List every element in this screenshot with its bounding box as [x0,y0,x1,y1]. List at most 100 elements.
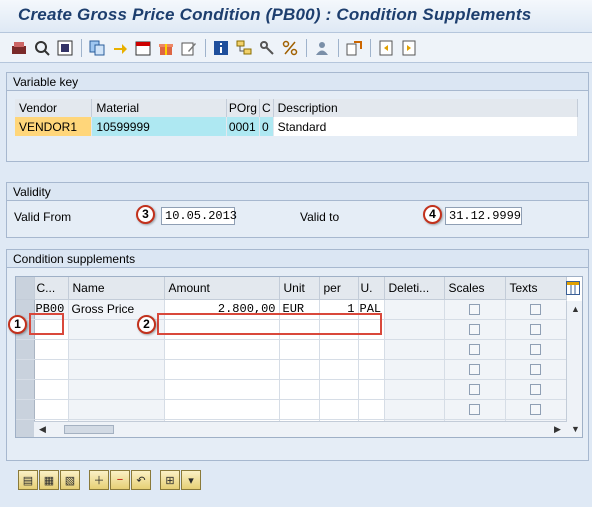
condition-type-cell[interactable] [34,399,69,420]
row-selector-header[interactable] [16,277,35,300]
per-cell[interactable] [319,339,359,360]
delete-row-icon[interactable]: − [110,470,130,490]
scrollbar-thumb[interactable] [64,425,114,434]
key-combination-icon[interactable] [56,39,74,57]
percentage-icon[interactable] [281,39,299,57]
column-header[interactable]: Texts [505,277,567,300]
column-header[interactable]: POrg [226,99,260,117]
overview-icon[interactable] [33,39,51,57]
column-header[interactable]: C [259,99,274,117]
row-selector[interactable] [16,419,35,437]
goto-icon[interactable] [111,39,129,57]
scales-checkbox[interactable] [469,384,480,396]
column-header[interactable]: C... [34,277,69,300]
unit-cell[interactable] [279,399,320,420]
scroll-up-icon[interactable]: ▲ [571,305,580,314]
material-cell[interactable]: 10599999 [91,117,227,136]
insert-row-icon[interactable]: ＋ [89,470,109,490]
table-row[interactable] [16,399,567,420]
scales-cell[interactable] [444,299,506,320]
texts-cell[interactable] [505,339,567,360]
uom-cell[interactable] [358,379,385,400]
additional-data-icon[interactable] [157,39,175,57]
row-selector[interactable] [16,359,35,380]
amount-cell[interactable] [164,399,280,420]
texts-cell[interactable] [505,299,567,320]
column-header[interactable]: Unit [279,277,320,300]
per-cell[interactable] [319,379,359,400]
scales-cell[interactable] [444,319,506,340]
table-settings-icon[interactable] [565,279,581,296]
column-header[interactable]: Deleti... [384,277,445,300]
uom-cell[interactable] [358,359,385,380]
last-page-icon[interactable] [400,39,418,57]
scales-checkbox[interactable] [469,364,480,376]
scales-checkbox[interactable] [469,304,480,316]
condition-type-cell[interactable] [34,359,69,380]
column-header[interactable]: Name [68,277,165,300]
column-header[interactable]: Amount [164,277,280,300]
per-cell[interactable] [319,359,359,380]
table-row[interactable] [16,359,567,380]
display-change-icon[interactable] [10,39,28,57]
vertical-scrollbar[interactable]: ▲ ▼ [566,301,582,437]
first-page-icon[interactable] [377,39,395,57]
per-cell[interactable] [319,399,359,420]
scales-checkbox[interactable] [469,404,480,416]
unit-cell[interactable] [279,359,320,380]
purchasing-org-cell[interactable]: 0001 [226,117,260,136]
texts-checkbox[interactable] [530,304,541,316]
scroll-right-icon[interactable]: ▶ [554,425,561,434]
horizontal-scrollbar[interactable]: ◀ ▶ [34,421,567,437]
texts-checkbox[interactable] [530,364,541,376]
column-header[interactable]: Material [91,99,227,117]
uom-cell[interactable] [358,399,385,420]
validity-periods-icon[interactable] [134,39,152,57]
scales-cell[interactable] [444,339,506,360]
texts-checkbox[interactable] [530,344,541,356]
condition-type-cell[interactable] [34,339,69,360]
undo-icon[interactable]: ↶ [131,470,151,490]
row-selector[interactable] [16,339,35,360]
deselect-all-icon[interactable]: ▧ [60,470,80,490]
edit-icon[interactable] [180,39,198,57]
scroll-left-icon[interactable]: ◀ [39,425,46,434]
copy-icon[interactable] [88,39,106,57]
table-row[interactable] [16,379,567,400]
texts-checkbox[interactable] [530,404,541,416]
scales-checkbox[interactable] [469,324,480,336]
detail-icon[interactable]: ▤ [18,470,38,490]
amount-cell[interactable] [164,379,280,400]
uom-cell[interactable] [358,339,385,360]
valid-from-field[interactable]: 10.05.2013 [161,207,237,225]
column-header[interactable]: per [319,277,359,300]
amount-cell[interactable] [164,359,280,380]
unit-cell[interactable] [279,379,320,400]
texts-cell[interactable] [505,399,567,420]
scales-checkbox[interactable] [469,344,480,356]
unit-cell[interactable] [279,339,320,360]
scales-cell[interactable] [444,359,506,380]
texts-checkbox[interactable] [530,384,541,396]
texts-cell[interactable] [505,359,567,380]
select-all-icon[interactable]: ▦ [39,470,59,490]
column-header[interactable]: Description [273,99,579,117]
keys-icon[interactable] [258,39,276,57]
table-row[interactable] [16,339,567,360]
export-icon[interactable] [345,39,363,57]
texts-cell[interactable] [505,319,567,340]
condition-type-cell[interactable] [34,379,69,400]
person-icon[interactable] [313,39,331,57]
column-header[interactable]: Scales [444,277,506,300]
amount-cell[interactable] [164,339,280,360]
scales-cell[interactable] [444,379,506,400]
condition-cell[interactable]: 0 [259,117,274,136]
texts-cell[interactable] [505,379,567,400]
scales-cell[interactable] [444,399,506,420]
sort-icon[interactable]: ⊞ [160,470,180,490]
filter-icon[interactable]: ▾ [181,470,201,490]
scroll-down-icon[interactable]: ▼ [571,425,580,434]
row-selector[interactable] [16,399,35,420]
hierarchy-icon[interactable] [235,39,253,57]
column-header[interactable]: U. [358,277,385,300]
